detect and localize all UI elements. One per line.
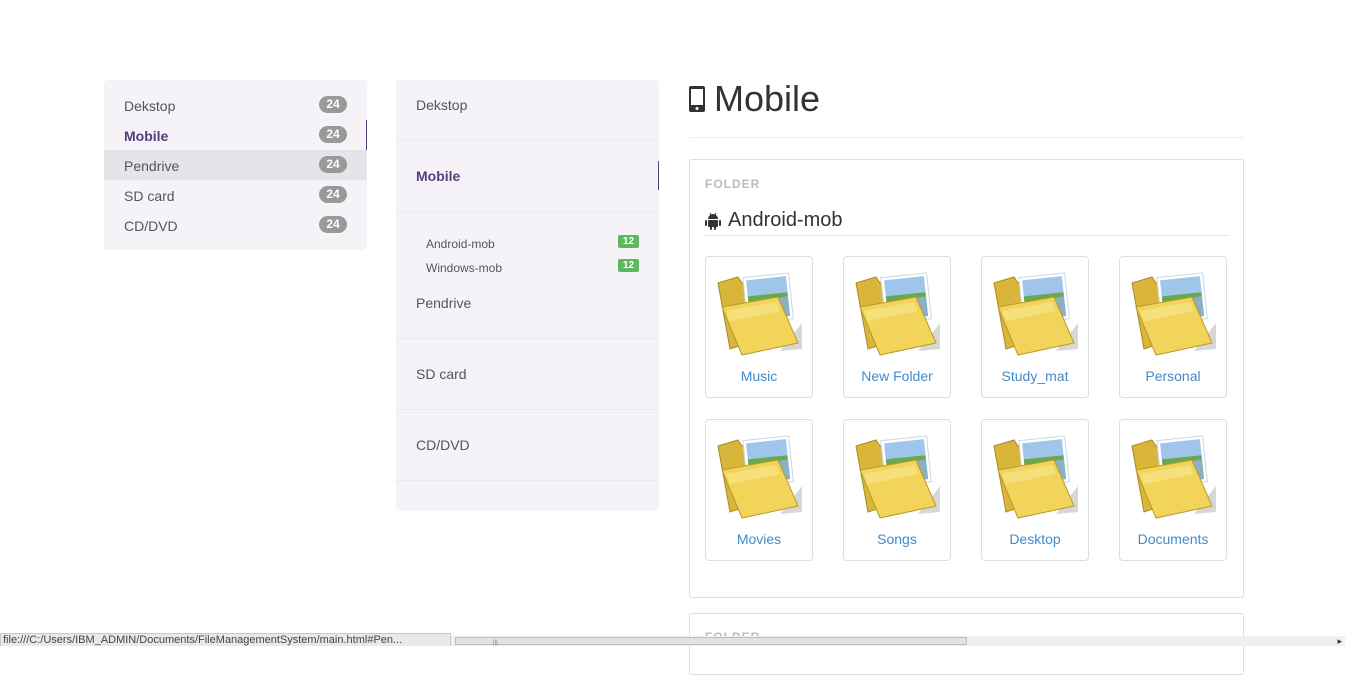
folder-name[interactable]: Desktop xyxy=(982,531,1088,547)
folder-tile[interactable]: Study_mat xyxy=(981,256,1089,398)
folder-tile[interactable]: Songs xyxy=(843,419,951,561)
folder-icon xyxy=(717,272,802,356)
section-label: FOLDER xyxy=(705,177,761,191)
subnav-item-label: CD/DVD xyxy=(416,437,470,453)
folder-icon xyxy=(1131,272,1216,356)
active-indicator xyxy=(658,161,659,190)
subnav-item-cddvd[interactable]: CD/DVD xyxy=(396,410,659,480)
sidebar-item-label: Mobile xyxy=(124,128,169,144)
divider xyxy=(705,235,1228,236)
folder-icon xyxy=(717,435,802,519)
subnav-subitem-windows[interactable]: Windows-mob xyxy=(426,261,502,275)
subnav-item-desktop[interactable]: Dekstop xyxy=(396,80,659,140)
folder-name[interactable]: Songs xyxy=(844,531,950,547)
subnav-item-pendrive[interactable]: Pendrive xyxy=(396,280,659,338)
subnav-item-label: Dekstop xyxy=(416,97,468,113)
divider xyxy=(689,137,1244,138)
mobile-phone-icon xyxy=(689,86,705,112)
sidebar-item-pendrive[interactable]: Pendrive 24 xyxy=(104,150,367,180)
count-badge: 24 xyxy=(319,96,347,113)
folder-name[interactable]: Documents xyxy=(1120,531,1226,547)
count-badge: 24 xyxy=(319,186,347,203)
count-badge: 12 xyxy=(618,259,639,272)
sidebar-item-label: Dekstop xyxy=(124,98,176,114)
folder-name[interactable]: Personal xyxy=(1120,368,1226,384)
folder-name[interactable]: Movies xyxy=(706,531,812,547)
divider xyxy=(396,480,659,481)
sidebar-item-desktop[interactable]: Dekstop 24 xyxy=(104,90,367,120)
folder-icon xyxy=(1131,435,1216,519)
sidebar-item-cddvd[interactable]: CD/DVD 24 xyxy=(104,210,367,240)
device-sidebar: Dekstop 24 Mobile 24 Pendrive 24 SD card… xyxy=(104,80,367,250)
folder-tile[interactable]: Desktop xyxy=(981,419,1089,561)
divider xyxy=(396,211,659,212)
sidebar-item-sdcard[interactable]: SD card 24 xyxy=(104,180,367,210)
count-badge: 12 xyxy=(618,235,639,248)
sidebar-item-label: CD/DVD xyxy=(124,218,178,234)
scroll-right-icon[interactable]: ▸ xyxy=(1337,636,1342,646)
scrollbar-thumb[interactable]: ||| xyxy=(455,637,967,646)
android-icon xyxy=(705,212,721,230)
subnav-item-sdcard[interactable]: SD card xyxy=(396,339,659,409)
folder-tile[interactable]: Music xyxy=(705,256,813,398)
count-badge: 24 xyxy=(319,156,347,173)
subnav-subitem-android[interactable]: Android-mob xyxy=(426,237,495,251)
sidebar-item-label: SD card xyxy=(124,188,175,204)
count-badge: 24 xyxy=(319,216,347,233)
folder-name[interactable]: Music xyxy=(706,368,812,384)
folder-tile[interactable]: Personal xyxy=(1119,256,1227,398)
subnav-item-mobile[interactable]: Mobile xyxy=(396,141,659,211)
folder-icon xyxy=(993,435,1078,519)
device-subnav: Dekstop Mobile Android-mob 12 Windows-mo… xyxy=(396,80,659,511)
subnav-item-label: Mobile xyxy=(416,168,461,184)
subnav-item-label: SD card xyxy=(416,366,467,382)
folder-panel: FOLDER Android-mob Music New Folder Study_… xyxy=(689,159,1244,598)
folder-name[interactable]: New Folder xyxy=(844,368,950,384)
grip-icon: ||| xyxy=(493,640,498,646)
subnav-item-label: Pendrive xyxy=(416,295,472,311)
horizontal-scrollbar[interactable]: ||| ▸ xyxy=(451,636,1345,646)
folder-tile[interactable]: Documents xyxy=(1119,419,1227,561)
folder-group-title: Android-mob xyxy=(728,209,843,231)
status-bar-url: file:///C:/Users/IBM_ADMIN/Documents/Fil… xyxy=(0,633,451,646)
folder-icon xyxy=(993,272,1078,356)
folder-tile[interactable]: New Folder xyxy=(843,256,951,398)
folder-tile[interactable]: Movies xyxy=(705,419,813,561)
folder-icon xyxy=(855,272,940,356)
page-title-text: Mobile xyxy=(714,78,821,119)
count-badge: 24 xyxy=(319,126,347,143)
folder-name[interactable]: Study_mat xyxy=(982,368,1088,384)
sidebar-item-label: Pendrive xyxy=(124,158,180,174)
sidebar-item-mobile[interactable]: Mobile 24 xyxy=(104,120,367,150)
folder-icon xyxy=(855,435,940,519)
